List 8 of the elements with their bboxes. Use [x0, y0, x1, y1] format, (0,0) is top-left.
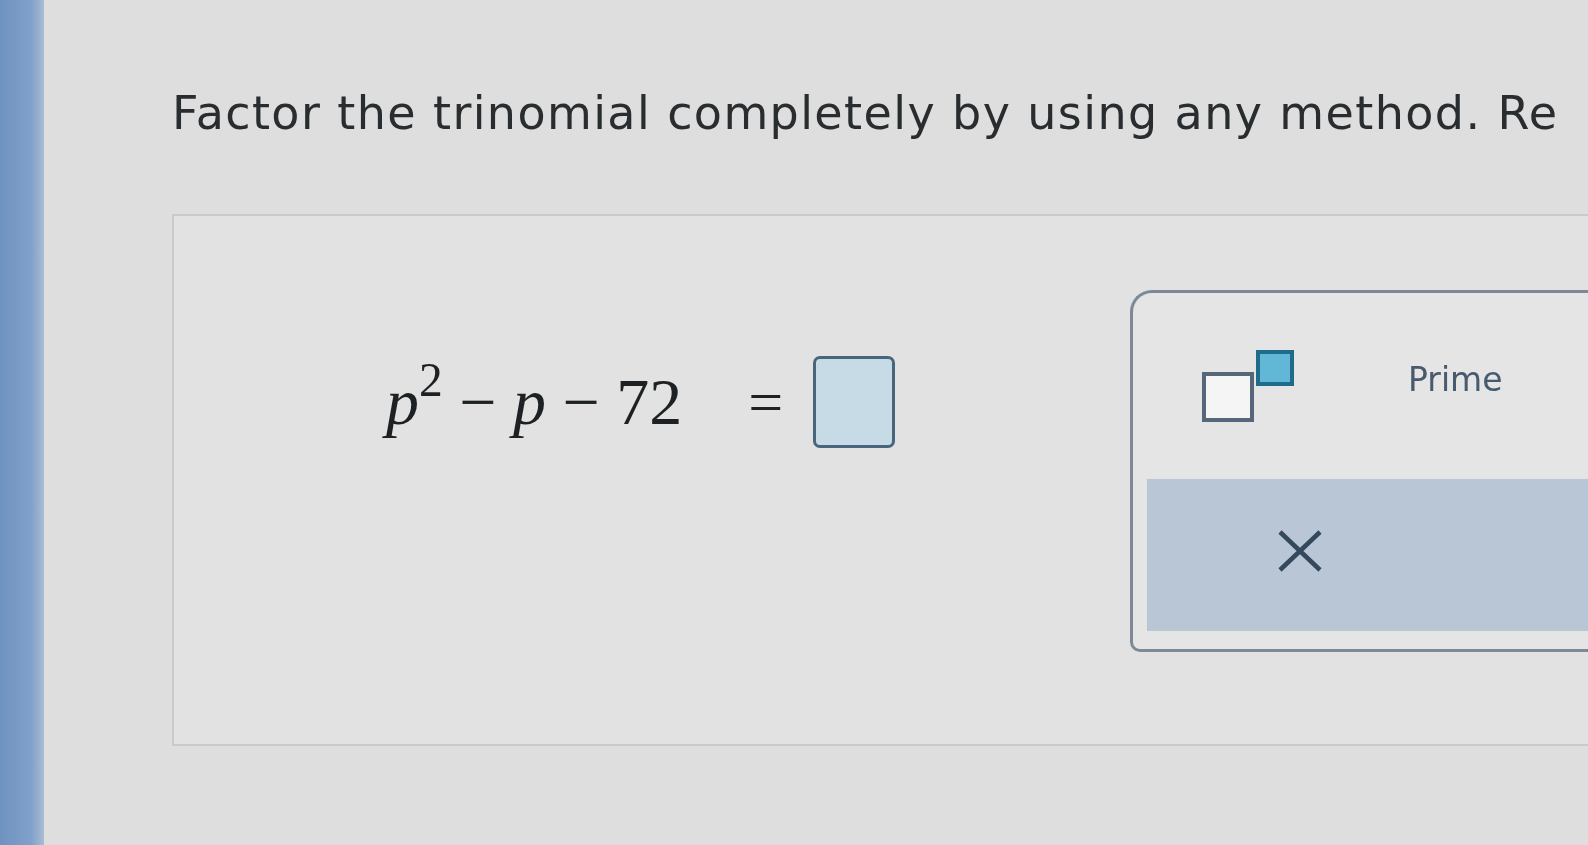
prime-button[interactable]: Prime: [1404, 358, 1507, 402]
exponent-button[interactable]: [1202, 349, 1294, 422]
clear-button[interactable]: [1277, 528, 1323, 573]
equals-sign: =: [748, 366, 784, 438]
answer-box[interactable]: [813, 355, 896, 448]
close-icon: [1277, 528, 1323, 573]
exponent-icon: [1202, 349, 1294, 422]
question-text: Factor the trinomial completely by using any method. Re: [172, 85, 1560, 142]
